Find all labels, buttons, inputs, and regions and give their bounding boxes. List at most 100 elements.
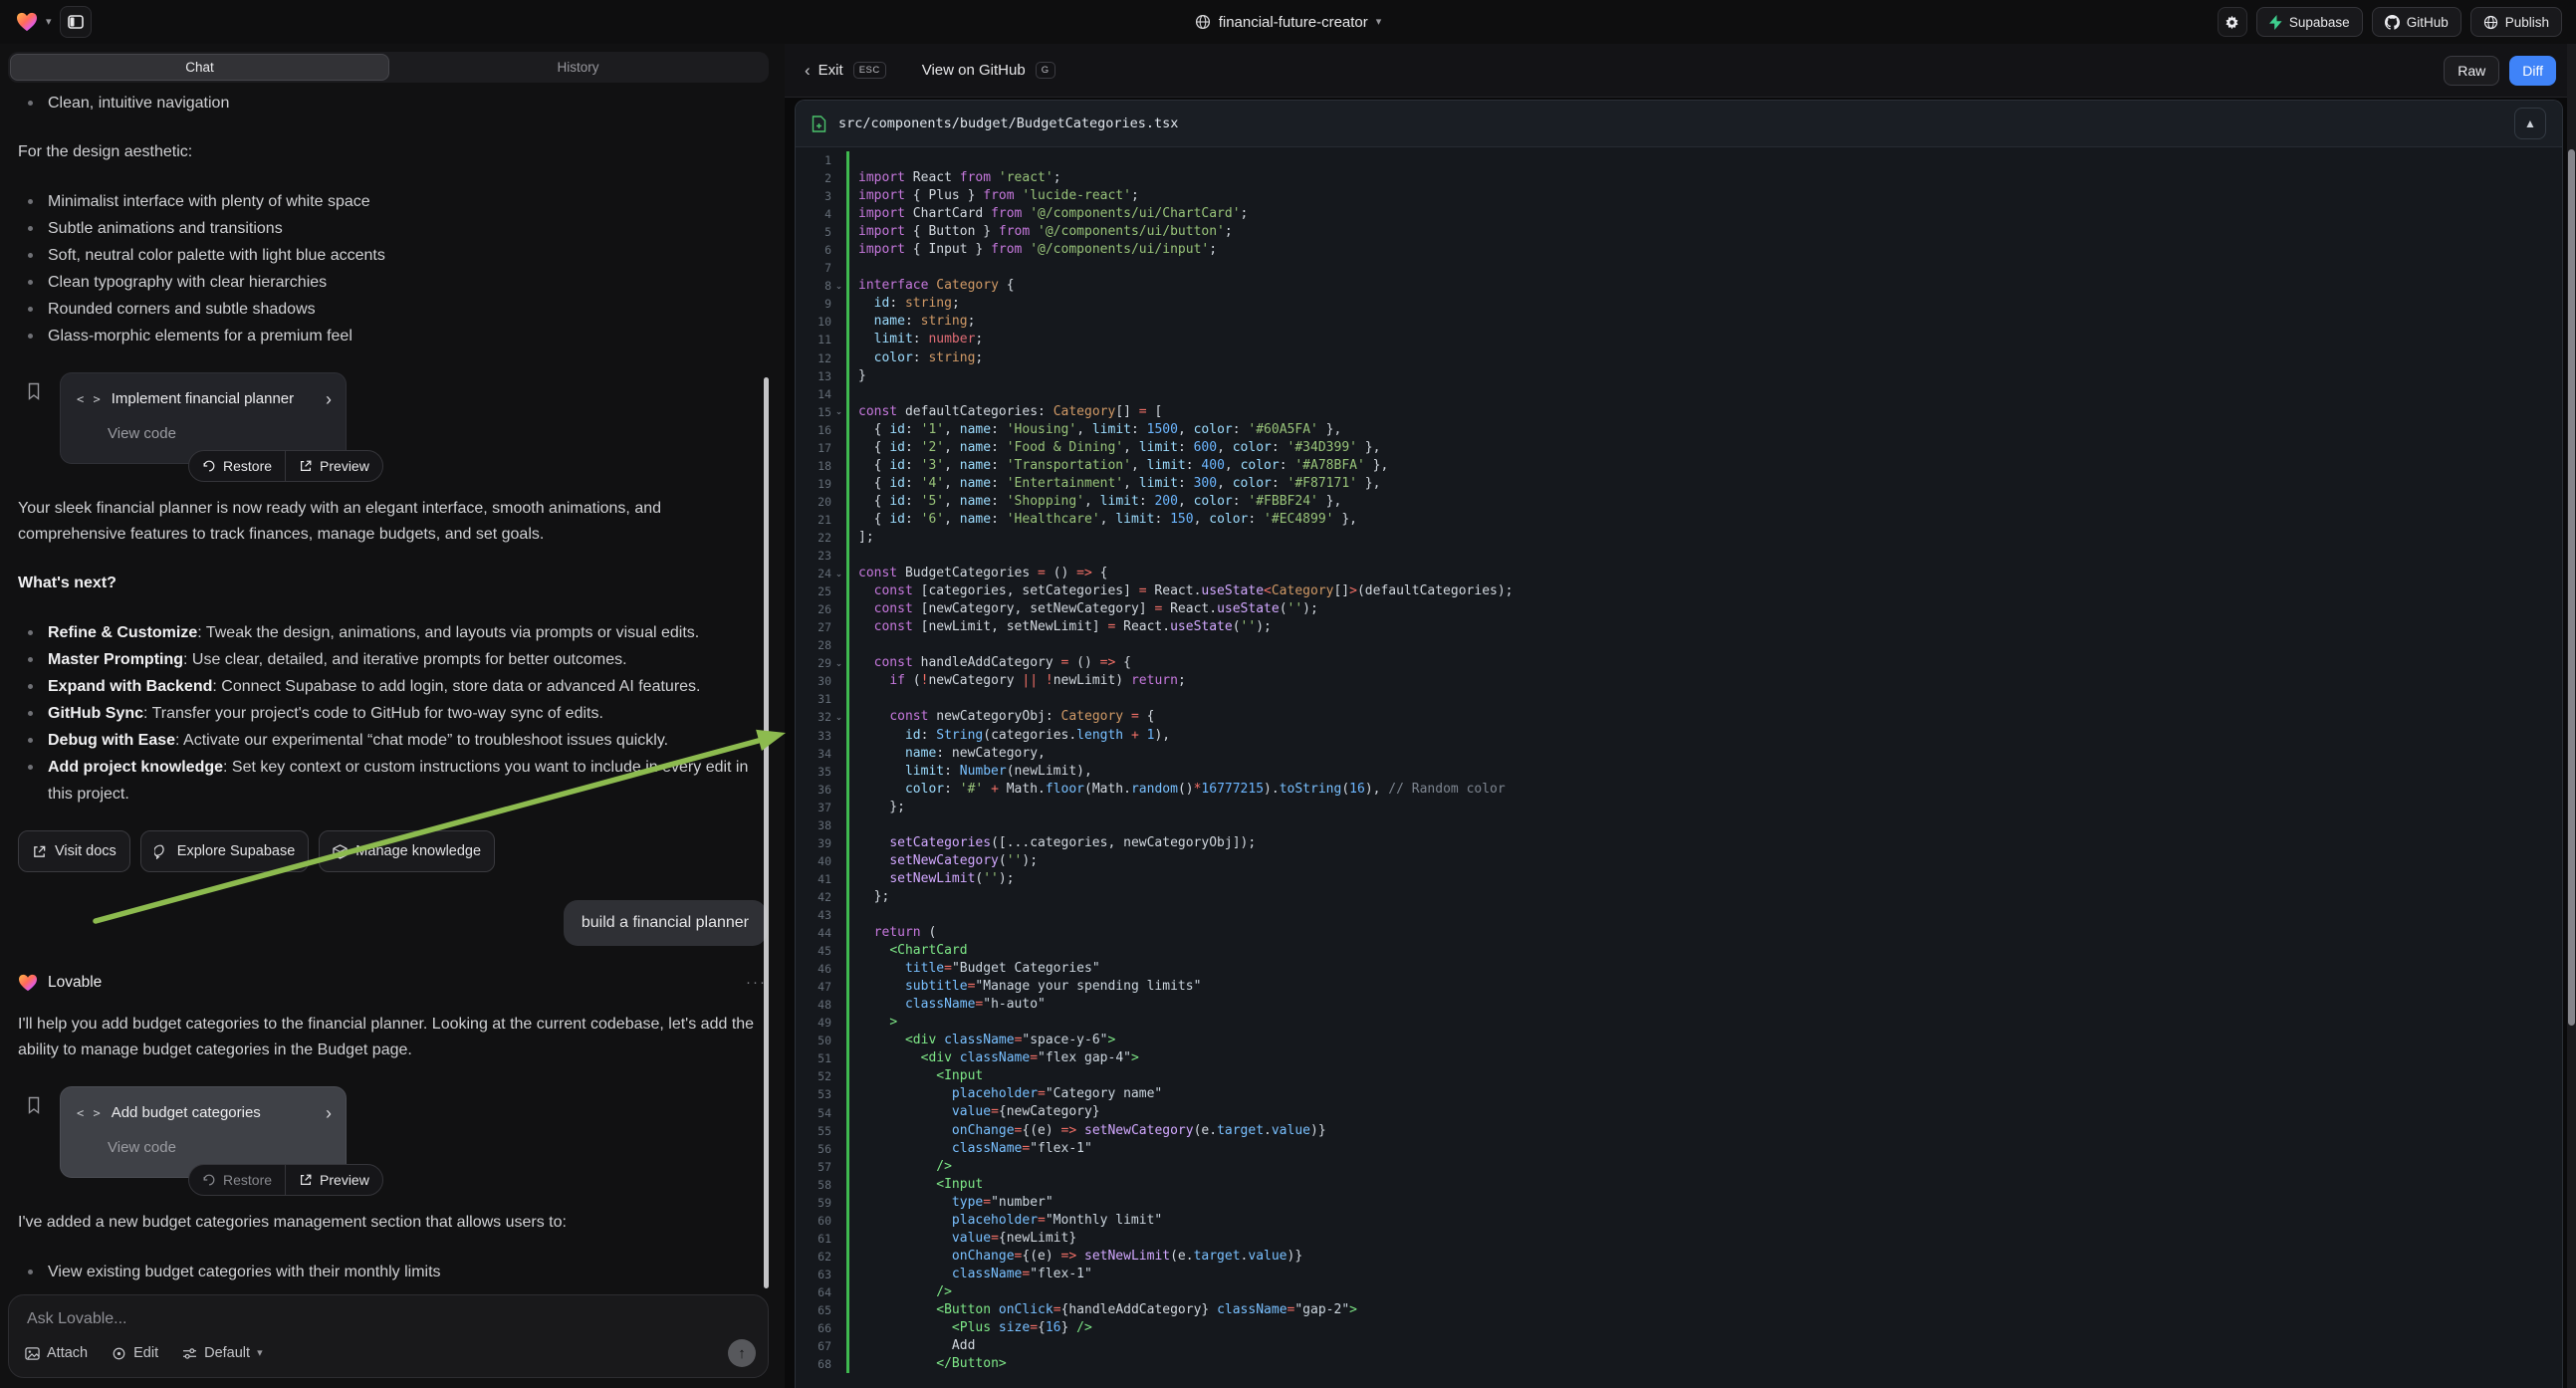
project-name[interactable]: financial-future-creator (1219, 14, 1368, 31)
preview-button[interactable]: Preview (285, 451, 382, 481)
code-line: 21 { id: '6', name: 'Healthcare', limit:… (796, 511, 2562, 529)
action-chip-explore-supabase[interactable]: Explore Supabase (140, 830, 310, 872)
file-header[interactable]: src/components/budget/BudgetCategories.t… (796, 101, 2562, 147)
file-path: src/components/budget/BudgetCategories.t… (838, 116, 1178, 131)
code-line: 8⌄interface Category { (796, 277, 2562, 295)
code-line: 9 id: string; (796, 295, 2562, 313)
line-number: 30 (796, 674, 831, 688)
fold-chevron-icon[interactable]: ⌄ (831, 658, 846, 669)
code-line: 31 (796, 690, 2562, 708)
view-on-github-link[interactable]: View on GitHub (922, 62, 1026, 79)
code-line: 28 (796, 636, 2562, 654)
tab-chat[interactable]: Chat (10, 54, 389, 81)
exit-button[interactable]: Exit (819, 62, 843, 79)
diff-added-bar (846, 799, 849, 816)
chat-scrollbar[interactable] (764, 377, 769, 1288)
code-line: 20 { id: '5', name: 'Shopping', limit: 2… (796, 493, 2562, 511)
code-text: limit: Number(newLimit), (858, 763, 1092, 781)
chevron-down-icon[interactable]: ▾ (1376, 17, 1382, 28)
code-line: 46 title="Budget Categories" (796, 960, 2562, 978)
code-text: import React from 'react'; (858, 169, 1061, 187)
chat-panel: Chat History Clean, intuitive navigation… (0, 44, 785, 1388)
send-button[interactable]: ↑ (728, 1339, 756, 1367)
code-line: 56 className="flex-1" (796, 1140, 2562, 1158)
publish-button[interactable]: Publish (2470, 7, 2562, 37)
code-line: 64 /> (796, 1283, 2562, 1301)
settings-button[interactable] (2218, 7, 2247, 37)
code-text: title="Budget Categories" (858, 960, 1100, 978)
code-line: 30 if (!newCategory || !newLimit) return… (796, 672, 2562, 690)
preview-button[interactable]: Preview (285, 1165, 382, 1195)
code-line: 2import React from 'react'; (796, 169, 2562, 187)
diff-added-bar (846, 1122, 849, 1140)
diff-added-bar (846, 1014, 849, 1032)
code-line: 55 onChange={(e) => setNewCategory(e.tar… (796, 1122, 2562, 1140)
list-item: Expand with Backend: Connect Supabase to… (18, 673, 767, 700)
raw-button[interactable]: Raw (2444, 56, 2499, 86)
line-number: 32 (796, 710, 831, 724)
list-item: View existing budget categories with the… (18, 1259, 767, 1285)
line-number: 27 (796, 620, 831, 634)
code-line: 17 { id: '2', name: 'Food & Dining', lim… (796, 439, 2562, 457)
github-button[interactable]: GitHub (2372, 7, 2461, 37)
lovable-heart-icon (18, 974, 38, 992)
action-chip-manage-knowledge[interactable]: Manage knowledge (319, 830, 495, 872)
diff-button[interactable]: Diff (2509, 56, 2556, 86)
chevron-right-icon[interactable]: › (326, 390, 332, 408)
diff-added-bar (846, 1176, 849, 1194)
diff-added-bar (846, 618, 849, 636)
code-line: 23 (796, 547, 2562, 565)
version-card[interactable]: < >Add budget categories›View codeRestor… (60, 1086, 347, 1178)
fold-chevron-icon[interactable]: ⌄ (831, 281, 846, 292)
view-code-link[interactable]: View code (108, 421, 332, 447)
supabase-button[interactable]: Supabase (2256, 7, 2363, 37)
code-line: 49 > (796, 1014, 2562, 1032)
line-number: 68 (796, 1357, 831, 1371)
list-item: Minimalist interface with plenty of whit… (18, 188, 767, 215)
mode-select[interactable]: Default ▾ (182, 1345, 262, 1361)
chevron-left-icon[interactable]: ‹ (805, 61, 811, 81)
code-text: <Button onClick={handleAddCategory} clas… (858, 1301, 1357, 1319)
edit-button[interactable]: Edit (112, 1345, 158, 1361)
code-line: 42 }; (796, 888, 2562, 906)
code-text: const newCategoryObj: Category = { (858, 708, 1154, 726)
fold-chevron-icon[interactable]: ⌄ (831, 569, 846, 579)
fold-chevron-icon[interactable]: ⌄ (831, 406, 846, 417)
code-text: subtitle="Manage your spending limits" (858, 978, 1201, 996)
code-scrollbar-thumb[interactable] (2568, 149, 2575, 1026)
chat-history-tabs: Chat History (8, 52, 769, 83)
code-line: 26 const [newCategory, setNewCategory] =… (796, 600, 2562, 618)
version-card[interactable]: < >Implement financial planner›View code… (60, 372, 347, 464)
view-code-link[interactable]: View code (108, 1135, 332, 1161)
line-number: 22 (796, 531, 831, 545)
prompt-input[interactable]: Ask Lovable... Attach Edit (8, 1294, 769, 1378)
code-text: color: '#' + Math.floor(Math.random()*16… (858, 781, 1506, 799)
code-line: 19 { id: '4', name: 'Entertainment', lim… (796, 475, 2562, 493)
collapse-file-button[interactable]: ▲ (2514, 108, 2546, 139)
diff-added-bar (846, 1194, 849, 1212)
chat-paragraph: I've added a new budget categories manag… (18, 1210, 767, 1236)
diff-added-bar (846, 259, 849, 277)
diff-added-bar (846, 960, 849, 978)
chevron-right-icon[interactable]: › (326, 1104, 332, 1122)
action-chip-visit-docs[interactable]: Visit docs (18, 830, 130, 872)
bookmark-icon[interactable] (26, 382, 42, 400)
restore-button[interactable]: Restore (189, 1165, 285, 1195)
list-item: Refine & Customize: Tweak the design, an… (18, 619, 767, 646)
diff-added-bar (846, 1355, 849, 1373)
restore-button[interactable]: Restore (189, 451, 285, 481)
line-number: 34 (796, 747, 831, 761)
github-icon (2385, 15, 2400, 30)
tab-history[interactable]: History (389, 54, 767, 81)
code-text: value={newLimit} (858, 1230, 1076, 1248)
line-number: 45 (796, 944, 831, 958)
bookmark-icon[interactable] (26, 1096, 42, 1114)
line-number: 40 (796, 854, 831, 868)
line-number: 64 (796, 1285, 831, 1299)
fold-chevron-icon[interactable]: ⌄ (831, 712, 846, 723)
code-line: 18 { id: '3', name: 'Transportation', li… (796, 457, 2562, 475)
attach-button[interactable]: Attach (25, 1345, 88, 1361)
code-line: 7 (796, 259, 2562, 277)
code-line: 62 onChange={(e) => setNewLimit(e.target… (796, 1248, 2562, 1266)
user-message-row: build a financial planner (18, 900, 767, 946)
